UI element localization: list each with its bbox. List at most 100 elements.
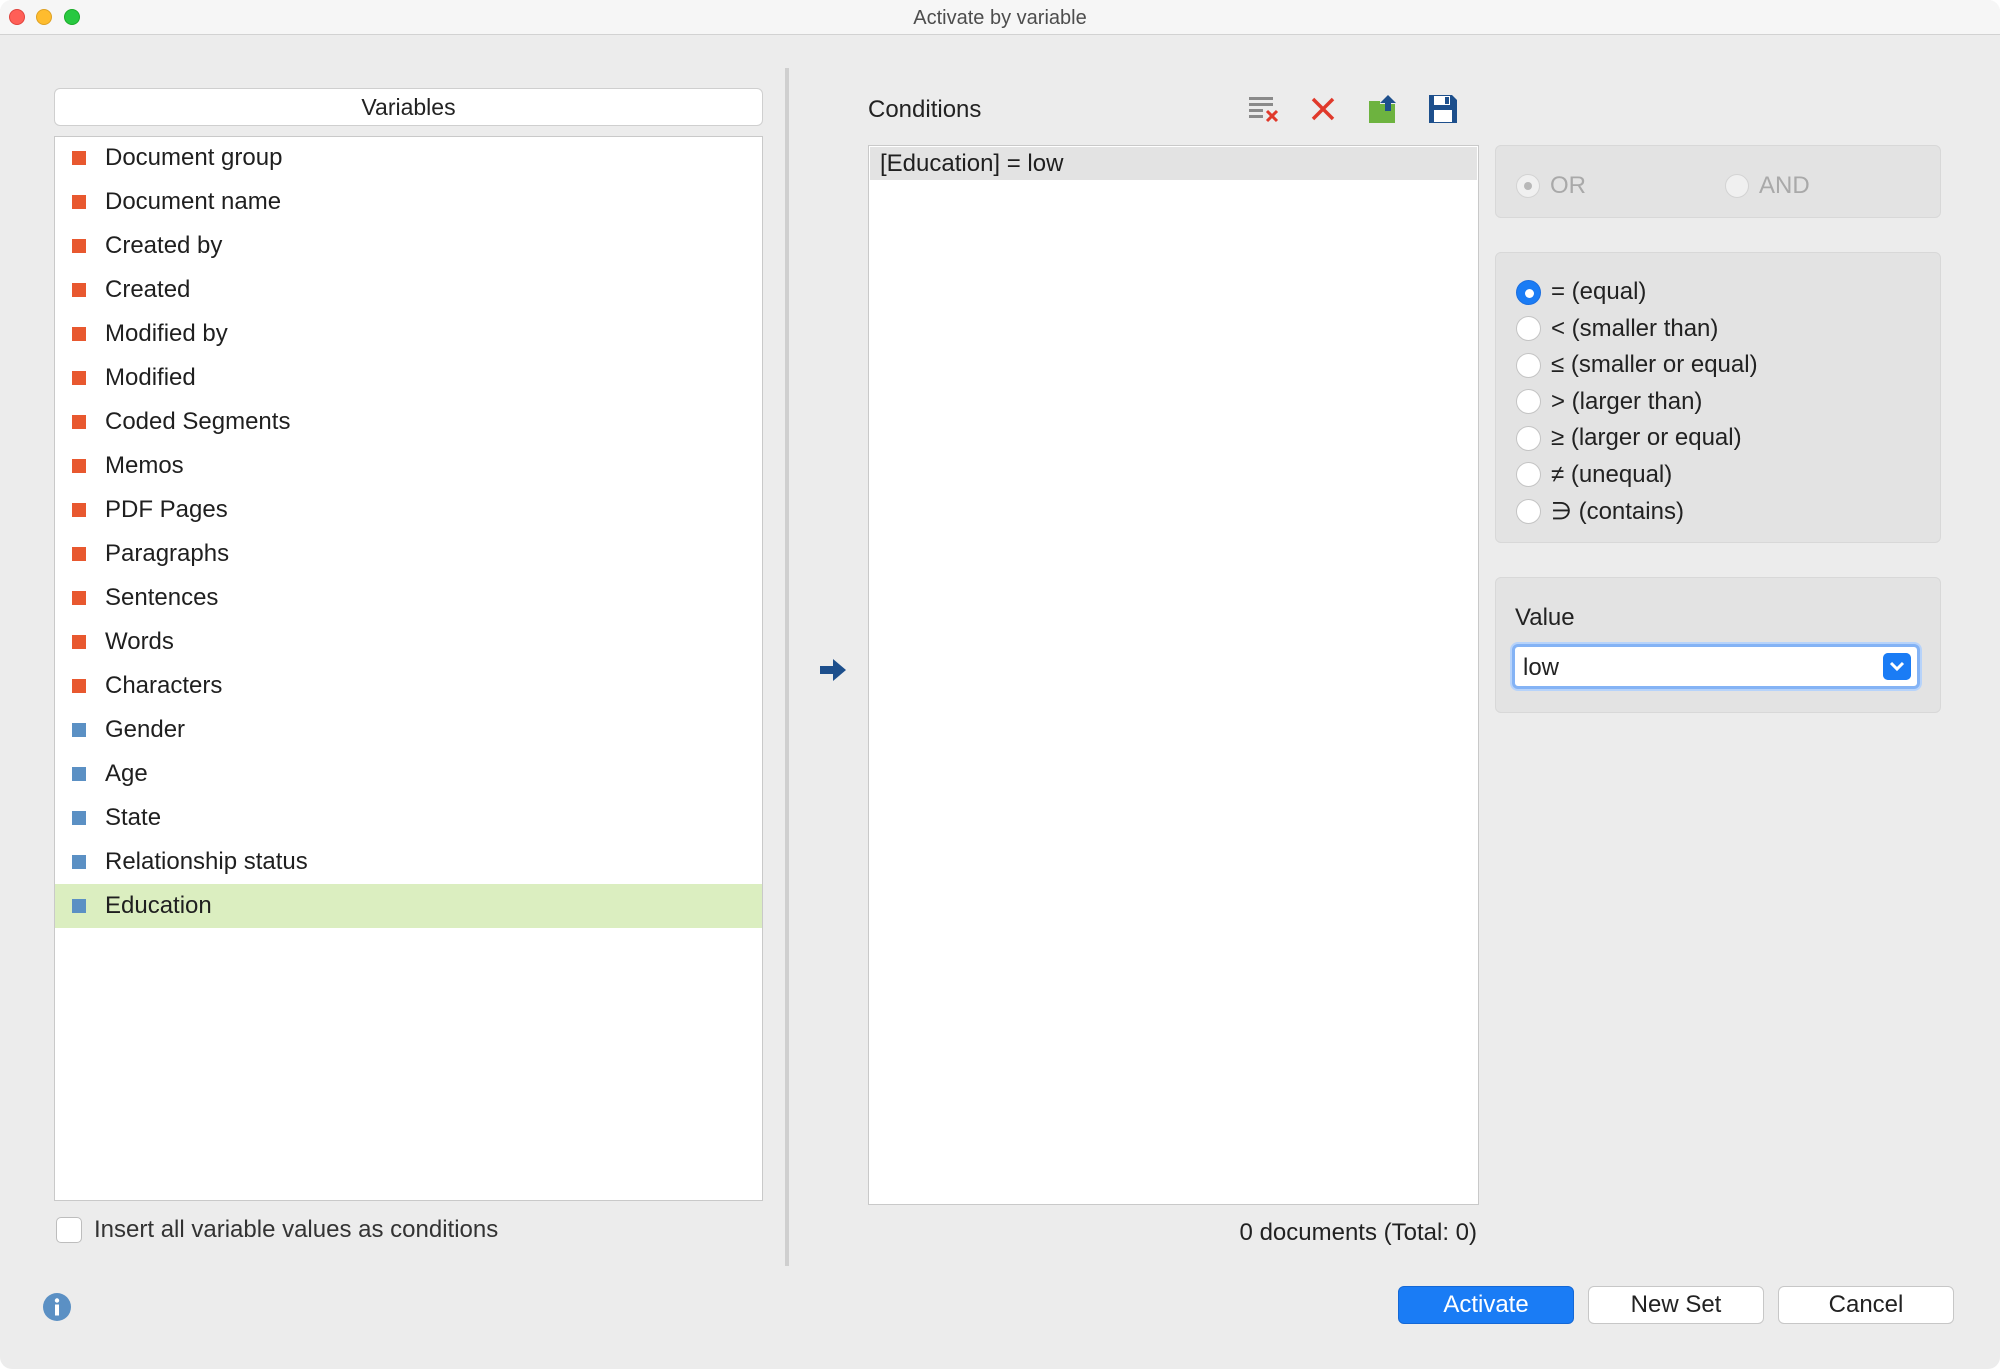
variables-list[interactable]: Document group Document name Created by Cre… — [54, 136, 763, 1201]
variable-label: Created — [105, 276, 191, 303]
operator-radio[interactable] — [1516, 279, 1541, 305]
variable-item[interactable]: Paragraphs — [55, 532, 762, 576]
value-select[interactable]: low — [1512, 644, 1920, 689]
variable-label: Relationship status — [105, 848, 308, 875]
window-title: Activate by variable — [913, 7, 1087, 29]
variable-label: Document group — [105, 144, 283, 171]
variable-item[interactable]: PDF Pages — [55, 488, 762, 532]
operator-label: ≤ (smaller or equal) — [1551, 351, 1758, 378]
variable-type-icon — [72, 371, 86, 385]
delete-icon[interactable] — [1306, 92, 1340, 126]
export-icon[interactable] — [1366, 92, 1400, 126]
variable-type-icon — [72, 767, 86, 781]
variable-item[interactable]: Created by — [55, 224, 762, 268]
variable-type-icon — [72, 503, 86, 517]
operator-option[interactable]: ∋ (contains) — [1516, 494, 1684, 528]
operator-radio[interactable] — [1516, 352, 1541, 378]
variable-item[interactable]: Document group — [55, 136, 762, 180]
variable-label: Education — [105, 892, 212, 919]
variable-item[interactable]: Created — [55, 268, 762, 312]
variable-item[interactable]: Characters — [55, 664, 762, 708]
operator-option[interactable]: < (smaller than) — [1516, 312, 1718, 346]
variable-type-icon — [72, 547, 86, 561]
operator-label: ∋ (contains) — [1551, 497, 1684, 525]
operator-label: ≥ (larger or equal) — [1551, 424, 1742, 451]
operator-option[interactable]: = (equal) — [1516, 275, 1646, 309]
operator-label: = (equal) — [1551, 278, 1647, 305]
variable-type-icon — [72, 679, 86, 693]
operator-radio[interactable] — [1516, 462, 1541, 487]
and-option[interactable]: AND — [1725, 172, 1810, 200]
operator-radio[interactable] — [1516, 498, 1541, 524]
and-label: AND — [1759, 172, 1810, 199]
info-icon[interactable] — [42, 1292, 72, 1322]
variable-label: Words — [105, 628, 174, 655]
variable-item[interactable]: Education — [55, 884, 762, 928]
operator-radio[interactable] — [1516, 425, 1541, 451]
variable-type-icon — [72, 327, 86, 341]
add-condition-arrow-icon[interactable] — [817, 654, 849, 686]
or-option[interactable]: OR — [1516, 172, 1586, 200]
variable-type-icon — [72, 811, 86, 825]
variable-label: PDF Pages — [105, 496, 228, 523]
variable-label: Modified — [105, 364, 196, 391]
title-bar: Activate by variable — [0, 0, 2000, 35]
value-selected-text: low — [1523, 654, 1560, 681]
operator-option[interactable]: ≠ (unequal) — [1516, 458, 1672, 492]
operator-radio[interactable] — [1516, 389, 1541, 414]
insert-all-checkbox[interactable] — [56, 1217, 82, 1243]
variable-item[interactable]: Modified — [55, 356, 762, 400]
operator-label: > (larger than) — [1551, 387, 1703, 415]
variable-type-icon — [72, 239, 86, 253]
variable-type-icon — [72, 723, 86, 737]
new-set-button[interactable]: New Set — [1588, 1286, 1764, 1324]
value-label: Value — [1515, 604, 1575, 631]
variable-type-icon — [72, 459, 86, 473]
variable-type-icon — [72, 591, 86, 605]
variable-type-icon — [72, 151, 86, 165]
variable-label: Age — [105, 760, 148, 787]
variable-type-icon — [72, 635, 86, 649]
variable-label: Modified by — [105, 320, 228, 347]
variable-item[interactable]: Document name — [55, 180, 762, 224]
variable-label: Sentences — [105, 584, 219, 611]
variable-label: Coded Segments — [105, 408, 291, 435]
variable-item[interactable]: Words — [55, 620, 762, 664]
variable-item[interactable]: Gender — [55, 708, 762, 752]
condition-item[interactable]: [Education] = low — [870, 147, 1477, 180]
operator-option[interactable]: > (larger than) — [1516, 385, 1702, 419]
variable-item[interactable]: Sentences — [55, 576, 762, 620]
panel-divider[interactable] — [785, 68, 789, 1266]
clear-list-icon[interactable] — [1246, 92, 1280, 126]
or-label: OR — [1550, 172, 1586, 199]
insert-all-label: Insert all variable values as conditions — [94, 1216, 499, 1243]
dialog-window: Activate by variable Variables Document … — [0, 0, 2000, 1369]
or-radio[interactable] — [1516, 174, 1540, 198]
variable-item[interactable]: State — [55, 796, 762, 840]
conditions-title: Conditions — [868, 96, 982, 123]
insert-all-checkbox-row[interactable]: Insert all variable values as conditions — [56, 1216, 498, 1244]
chevron-down-icon[interactable] — [1883, 653, 1911, 680]
variable-item[interactable]: Memos — [55, 444, 762, 488]
variable-item[interactable]: Age — [55, 752, 762, 796]
variable-label: Paragraphs — [105, 540, 230, 567]
operator-label: < (smaller than) — [1551, 314, 1719, 342]
variable-item[interactable]: Relationship status — [55, 840, 762, 884]
operator-option[interactable]: ≤ (smaller or equal) — [1516, 348, 1758, 382]
operator-option[interactable]: ≥ (larger or equal) — [1516, 421, 1742, 455]
conditions-list[interactable]: [Education] = low — [868, 145, 1479, 1205]
and-radio[interactable] — [1725, 174, 1749, 198]
variable-type-icon — [72, 899, 86, 913]
cancel-button[interactable]: Cancel — [1778, 1286, 1954, 1324]
variable-item[interactable]: Coded Segments — [55, 400, 762, 444]
variable-type-icon — [72, 415, 86, 429]
operator-radio[interactable] — [1516, 316, 1541, 341]
variable-item[interactable]: Modified by — [55, 312, 762, 356]
save-icon[interactable] — [1426, 92, 1460, 126]
value-group: Value low — [1495, 577, 1941, 713]
variable-label: Document name — [105, 188, 282, 215]
operator-label: ≠ (unequal) — [1551, 460, 1673, 488]
activate-button[interactable]: Activate — [1398, 1286, 1574, 1324]
operator-group: = (equal) < (smaller than) ≤ (smaller or e… — [1495, 252, 1941, 543]
variable-label: State — [105, 804, 162, 831]
